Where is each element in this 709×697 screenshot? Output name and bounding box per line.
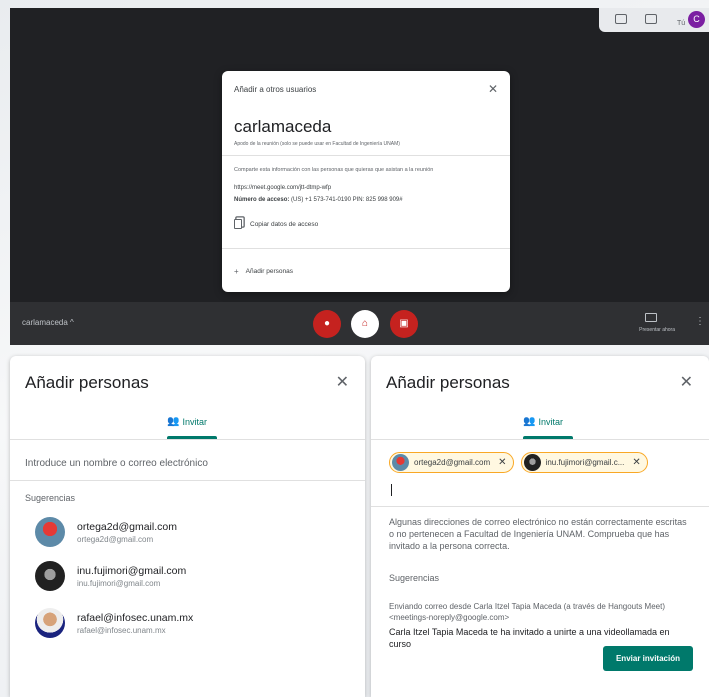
add-person-icon: 👥 <box>523 416 536 427</box>
you-label: Tú <box>677 20 686 27</box>
remove-chip-icon[interactable]: ✕ <box>632 457 640 468</box>
tab-label: Invitar <box>538 416 563 427</box>
suggestion-email: inu.fujimori@gmail.com <box>77 578 161 588</box>
avatar <box>35 608 65 638</box>
divider <box>222 155 510 156</box>
people-icon[interactable] <box>615 14 627 24</box>
suggestion-item[interactable]: rafael@infosec.unam.mx rafael@infosec.un… <box>35 608 193 638</box>
suggestions-label: Sugerencias <box>25 493 76 503</box>
dialog-title: Añadir a otros usuarios <box>234 85 317 94</box>
meet-call-screen: Tú C Añadir a otros usuarios ✕ carlamace… <box>10 8 709 345</box>
meeting-name: carlamaceda <box>234 117 332 136</box>
recipient-chip[interactable]: ortega2d@gmail.com ✕ <box>389 452 514 473</box>
screenshot-root: Tú C Añadir a otros usuarios ✕ carlamace… <box>0 0 709 697</box>
copy-label: Copiar datos de acceso <box>250 220 319 228</box>
tab-invite[interactable]: 👥 Invitar <box>523 416 563 427</box>
suggestion-email: rafael@infosec.unam.mx <box>77 625 166 635</box>
dial-in-info: Número de acceso: (US) +1 573-741-0190 P… <box>234 197 403 203</box>
add-people-panel-filled: Añadir personas ✕ 👥 Invitar ortega2d@gma… <box>371 356 709 697</box>
tab-label: Invitar <box>182 416 207 427</box>
close-icon[interactable]: ✕ <box>680 372 693 392</box>
avatar <box>35 561 65 591</box>
user-avatar[interactable]: C <box>688 11 705 28</box>
chip-label: ortega2d@gmail.com <box>414 458 491 467</box>
send-invitation-button[interactable]: Enviar invitación <box>602 646 693 671</box>
remove-chip-icon[interactable]: ✕ <box>498 457 506 468</box>
panel-title: Añadir personas <box>386 373 510 392</box>
divider <box>222 248 510 249</box>
add-people-panel-empty: Añadir personas ✕ 👥 Invitar Introduce un… <box>10 356 365 697</box>
end-call-button[interactable]: ⌂ <box>351 310 379 338</box>
recipient-chip[interactable]: inu.fujimori@gmail.c... ✕ <box>520 452 648 473</box>
more-options-icon[interactable]: ⋮ <box>695 316 705 327</box>
meeting-link[interactable]: https://meet.google.com/jtt-dtmp-wfp <box>234 185 331 191</box>
share-info-text: Comparte esta información con las person… <box>234 167 434 173</box>
avatar <box>35 517 65 547</box>
recipient-chips: ortega2d@gmail.com ✕ inu.fujimori@gmail.… <box>389 452 648 473</box>
add-others-dialog: Añadir a otros usuarios ✕ carlamaceda Ap… <box>222 71 510 292</box>
text-cursor[interactable] <box>391 484 392 496</box>
meeting-nickname-note: Apodo de la reunión (solo se puede usar … <box>234 141 400 147</box>
divider <box>371 439 709 440</box>
copy-access-details-button[interactable]: Copiar datos de acceso <box>234 219 318 229</box>
dial-in-value: (US) +1 573-741-0190 PIN: 825 998 909# <box>291 197 403 203</box>
sender-info: Enviando correo desde Carla Itzel Tapia … <box>389 602 666 622</box>
copy-icon <box>234 219 242 229</box>
top-right-toolbar: Tú C <box>599 8 709 32</box>
call-controls-bar: carlamaceda ^ ● ⌂ ▣ Presentar ahora ⋮ <box>10 302 709 345</box>
add-people-label: Añadir personas <box>245 268 294 275</box>
chat-icon[interactable] <box>645 14 657 24</box>
recipient-input[interactable]: Introduce un nombre o correo electrónico <box>25 458 208 469</box>
invalid-address-warning: Algunas direcciones de correo electrónic… <box>389 517 687 551</box>
avatar <box>392 454 409 471</box>
close-icon[interactable]: ✕ <box>488 82 498 96</box>
chip-label: inu.fujimori@gmail.c... <box>545 458 625 467</box>
panel-title: Añadir personas <box>25 373 149 392</box>
suggestion-email: ortega2d@gmail.com <box>77 534 154 544</box>
suggestion-item[interactable]: ortega2d@gmail.com ortega2d@gmail.com <box>35 517 177 547</box>
suggestions-label: Sugerencias <box>389 573 440 583</box>
add-person-icon: + <box>234 267 239 276</box>
dial-in-label: Número de acceso: <box>234 197 290 203</box>
present-screen-icon[interactable] <box>645 313 657 322</box>
suggestion-name: ortega2d@gmail.com <box>77 520 177 533</box>
divider <box>371 506 709 507</box>
camera-off-button[interactable]: ▣ <box>390 310 418 338</box>
suggestion-name: rafael@infosec.unam.mx <box>77 611 194 624</box>
add-people-button[interactable]: + Añadir personas <box>234 267 293 276</box>
suggestion-name: inu.fujimori@gmail.com <box>77 564 187 577</box>
suggestion-item[interactable]: inu.fujimori@gmail.com inu.fujimori@gmai… <box>35 561 186 591</box>
divider <box>10 480 365 481</box>
divider <box>10 439 365 440</box>
mic-off-button[interactable]: ● <box>313 310 341 338</box>
present-now-label[interactable]: Presentar ahora <box>639 327 675 333</box>
close-icon[interactable]: ✕ <box>336 372 349 392</box>
tab-invite[interactable]: 👥 Invitar <box>167 416 207 427</box>
avatar <box>523 454 541 471</box>
meeting-details-toggle[interactable]: carlamaceda ^ <box>22 318 74 327</box>
add-person-icon: 👥 <box>167 416 180 427</box>
